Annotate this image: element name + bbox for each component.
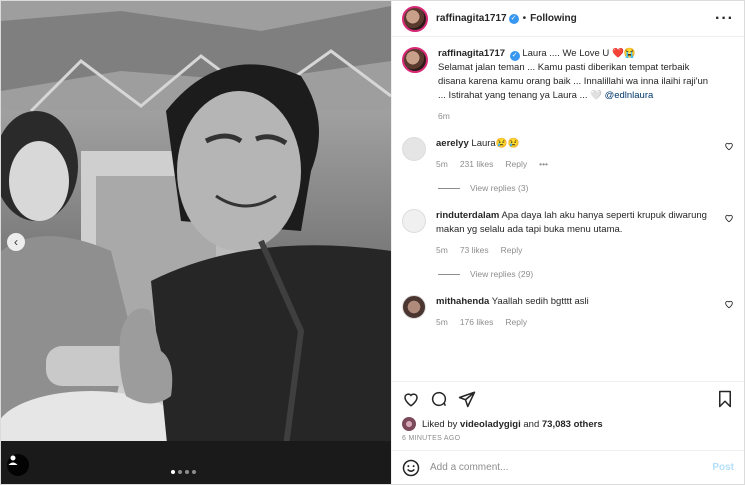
- add-comment-input[interactable]: Add a comment...: [430, 462, 712, 473]
- comment-time: 5m: [436, 317, 448, 327]
- caption-body: Selamat jalan teman ... Kamu pasti diber…: [438, 62, 709, 101]
- carousel-dot: [171, 470, 175, 474]
- separator-dot: •: [522, 13, 527, 24]
- comment-item: mithahenda Yaallah sedih bgtttt asli 5m …: [402, 295, 734, 327]
- add-comment-bar: Add a comment... Post: [392, 450, 744, 484]
- caption-title: Laura .... We Love U: [522, 48, 610, 59]
- following-button[interactable]: Following: [530, 13, 577, 24]
- comment-like-heart-icon[interactable]: [724, 299, 734, 309]
- more-options-icon[interactable]: ···: [715, 10, 734, 26]
- caption-author-avatar[interactable]: [402, 47, 428, 73]
- comment-item: aerelyy Laura😢😢 5m 231 likes Reply •••: [402, 137, 734, 169]
- commenter-username[interactable]: aerelyy: [436, 138, 469, 149]
- caption-time: 6m: [438, 111, 450, 121]
- reply-button[interactable]: Reply: [505, 317, 527, 327]
- comment-likes[interactable]: 231 likes: [460, 159, 494, 169]
- likes-prefix: Liked by: [422, 418, 458, 430]
- comment-like-heart-icon[interactable]: [724, 213, 734, 223]
- photo-illustration: [1, 1, 391, 484]
- author-username[interactable]: raffinagita1717: [436, 13, 507, 24]
- post-header: raffinagita1717 ✓ • Following ···: [392, 1, 744, 37]
- replies-divider: [438, 273, 460, 275]
- caption-emoji: ❤️😭: [611, 48, 636, 59]
- previous-photo-button[interactable]: ‹: [7, 233, 25, 251]
- comment-time: 5m: [436, 159, 448, 169]
- smiley-icon[interactable]: [402, 459, 420, 477]
- post-details-panel: raffinagita1717 ✓ • Following ··· raffin…: [391, 1, 744, 484]
- heart-icon[interactable]: [402, 390, 420, 408]
- commenter-username[interactable]: rinduterdalam: [436, 210, 499, 221]
- carousel-dot: [178, 470, 182, 474]
- post-caption: raffinagita1717 ✓ Laura .... We Love U ❤…: [402, 47, 734, 121]
- view-replies-label: View replies (29): [470, 269, 534, 279]
- likes-count[interactable]: 73,083 others: [542, 419, 603, 430]
- author-avatar[interactable]: [402, 5, 428, 32]
- carousel-dot: [185, 470, 189, 474]
- likes-summary: Liked by videoladygigi and 73,083 others: [392, 415, 744, 433]
- verified-badge-icon: ✓: [508, 13, 519, 24]
- likes-and: and: [523, 418, 540, 430]
- comments-section[interactable]: raffinagita1717 ✓ Laura .... We Love U ❤…: [392, 37, 744, 381]
- carousel-dot: [192, 470, 196, 474]
- commenter-avatar[interactable]: [402, 137, 426, 161]
- post-timestamp[interactable]: 6 MINUTES AGO: [392, 433, 744, 450]
- caption-mention-link[interactable]: @edlnlaura: [605, 90, 654, 101]
- comment-likes[interactable]: 176 likes: [460, 317, 494, 327]
- user-tag-icon: [8, 455, 18, 465]
- reply-button[interactable]: Reply: [505, 159, 527, 169]
- comment-item: rinduterdalam Apa daya lah aku hanya sep…: [402, 209, 734, 255]
- view-replies-button[interactable]: View replies (29): [438, 269, 734, 279]
- commenter-username[interactable]: mithahenda: [436, 296, 489, 307]
- tagged-users-button[interactable]: [7, 454, 29, 476]
- liker-avatar[interactable]: [402, 417, 416, 431]
- replies-divider: [438, 187, 460, 189]
- share-icon[interactable]: [458, 390, 476, 408]
- comment-likes[interactable]: 73 likes: [460, 245, 489, 255]
- verified-badge-icon: ✓: [509, 51, 520, 61]
- comment-text: Yaallah sedih bgtttt asli: [491, 296, 589, 307]
- comment-time: 5m: [436, 245, 448, 255]
- liker-username[interactable]: videoladygigi: [460, 419, 521, 430]
- comment-options-icon[interactable]: •••: [539, 159, 548, 169]
- comment-text: Laura😢😢: [471, 138, 520, 149]
- carousel-indicator: [171, 470, 196, 474]
- view-replies-label: View replies (3): [470, 183, 529, 193]
- post-photo[interactable]: ‹: [1, 1, 391, 484]
- instagram-post-modal: ‹ raffinagita1717 ✓ • Following ··· raff…: [0, 0, 745, 485]
- bookmark-icon[interactable]: [716, 390, 734, 408]
- comment-like-heart-icon[interactable]: [724, 141, 734, 151]
- commenter-avatar[interactable]: [402, 295, 426, 319]
- reply-button[interactable]: Reply: [501, 245, 523, 255]
- post-comment-button[interactable]: Post: [712, 462, 734, 473]
- chevron-left-icon: ‹: [14, 235, 18, 249]
- post-actions-bar: [392, 381, 744, 415]
- caption-username[interactable]: raffinagita1717: [438, 48, 505, 59]
- view-replies-button[interactable]: View replies (3): [438, 183, 734, 193]
- comment-icon[interactable]: [430, 390, 448, 408]
- commenter-avatar[interactable]: [402, 209, 426, 233]
